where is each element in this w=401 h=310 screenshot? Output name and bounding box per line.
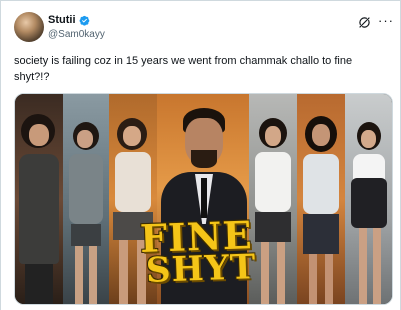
panel-dancer-2 [63,94,109,304]
avatar[interactable] [14,12,44,42]
display-name[interactable]: Stutii [48,14,76,26]
tweet-card[interactable]: Stutii @Sam0kayy ··· society is failing … [0,0,401,310]
panel-dancer-6 [345,94,392,304]
author-handle[interactable]: @Sam0kayy [48,29,105,40]
video-title-line-2: SHYT [145,247,257,291]
panel-dancer-5 [297,94,345,304]
tweet-media-image[interactable]: FINE SHYT [14,93,393,305]
tweet-text: society is failing coz in 15 years we we… [14,55,353,83]
author-name-row[interactable]: Stutii [48,14,90,26]
grok-icon[interactable] [358,16,371,29]
verified-badge-icon [79,15,89,26]
more-icon[interactable]: ··· [378,14,394,27]
panel-dancer-1 [15,94,63,304]
